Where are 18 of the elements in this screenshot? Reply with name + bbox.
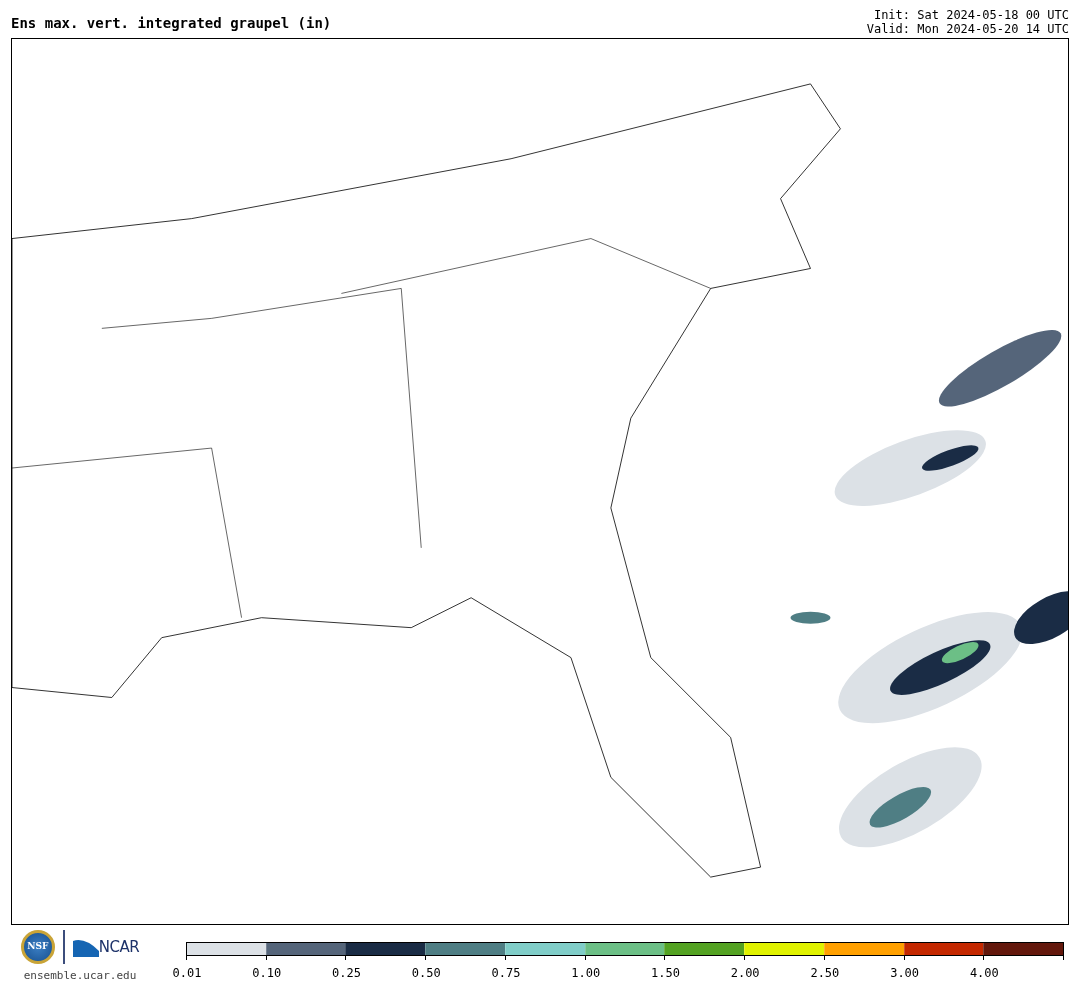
colorbar-label: 4.00 <box>969 965 999 982</box>
colorbar-label: 0.75 <box>491 965 521 982</box>
colorbar-label: 0.10 <box>252 965 282 982</box>
nsf-logo: NSF <box>20 930 55 964</box>
valid-time: Valid: Mon 2024-05-20 14 UTC <box>866 22 1069 36</box>
colorbar-label: 1.50 <box>650 965 680 982</box>
colorbar-label: 0.25 <box>332 965 361 982</box>
init-time: Init: Sat 2024-05-18 00 UTC <box>872 8 1069 22</box>
ncar-logo: NCAR <box>98 936 140 958</box>
colorbar-label: 3.00 <box>890 965 920 982</box>
swoosh-icon <box>72 937 99 957</box>
website-url: ensemble.ucar.edu <box>23 968 137 984</box>
colorbar-label: 2.00 <box>730 965 760 982</box>
colorbar-label: 1.00 <box>571 965 601 982</box>
chart-title: Ens max. vert. integrated graupel (in) <box>11 16 332 33</box>
colorbar-label: 2.50 <box>810 965 840 982</box>
colorbar-label: 0.50 <box>411 965 441 982</box>
colorbar-label: 0.01 <box>172 965 202 982</box>
